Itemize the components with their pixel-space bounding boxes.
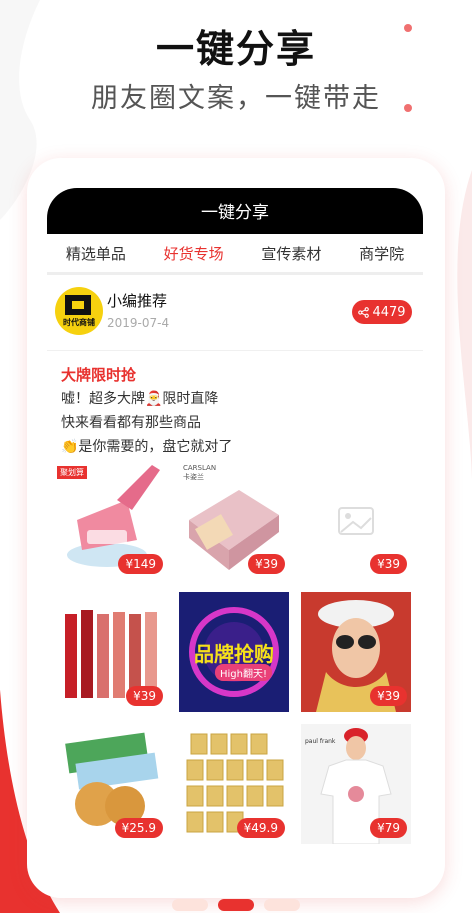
product-card-compact-powder[interactable]: CARSLAN 卡姿兰 ¥39 [179, 460, 289, 580]
product-card-canned-drinks[interactable]: ¥49.9 [179, 724, 289, 844]
product-price: ¥39 [248, 554, 285, 574]
product-price: ¥39 [370, 686, 407, 706]
brand-label: paul frank [305, 738, 336, 745]
tab-selected-items[interactable]: 精选单品 [66, 243, 126, 264]
app-title: 一键分享 [47, 188, 423, 234]
product-price: ¥25.9 [114, 818, 163, 838]
tab-divider [47, 272, 423, 275]
product-card-mite-remover[interactable]: 聚划算 ¥149 [57, 460, 167, 580]
tab-business-school[interactable]: 商学院 [359, 243, 404, 264]
avatar[interactable]: 时代商铺 [55, 287, 103, 335]
share-button[interactable]: 4479 [352, 300, 412, 324]
product-price: ¥49.9 [236, 818, 285, 838]
product-card-lipsticks[interactable]: ¥39 [57, 592, 167, 712]
product-price: ¥149 [118, 554, 163, 574]
page-subheadline: 朋友圈文案，一键带走 [91, 83, 381, 114]
store-logo-icon [65, 295, 91, 315]
product-card-brand-sale[interactable]: 品牌抢购 High翻天! [179, 592, 289, 712]
brand-label: CARSLAN 卡姿兰 [183, 464, 217, 481]
page-headline: 一键分享 [155, 27, 316, 71]
product-card-biscuits[interactable]: ¥25.9 [57, 724, 167, 844]
post-date: 2019-07-4 [107, 316, 170, 330]
banner-tag: High翻天! [215, 664, 272, 681]
banner-title: 品牌抢购 [194, 642, 274, 666]
product-card-placeholder[interactable]: ¥39 [301, 460, 411, 580]
product-price: ¥39 [126, 686, 163, 706]
post-text-line: 👏是你需要的，盘它就对了 [61, 439, 233, 455]
section-divider [47, 350, 423, 351]
product-card-sunglasses[interactable]: ¥39 [301, 592, 411, 712]
tab-good-goods[interactable]: 好货专场 [164, 243, 224, 264]
pager-dot-1[interactable] [172, 899, 208, 911]
share-count: 4479 [372, 304, 406, 320]
product-price: ¥39 [370, 554, 407, 574]
post-text-line: 嘘！超多大牌🎅限时直降 [61, 391, 219, 407]
post-text-line: 快来看看都有那些商品 [61, 415, 201, 431]
product-card-tshirt[interactable]: paul frank ¥79 [301, 724, 411, 844]
pager-dot-2-active[interactable] [218, 899, 254, 911]
product-price: ¥79 [370, 818, 407, 838]
share-icon [358, 306, 370, 318]
tab-bar: 精选单品 好货专场 宣传素材 商学院 [47, 234, 423, 272]
poster-name: 小编推荐 [107, 292, 168, 310]
pager-dot-3[interactable] [264, 899, 300, 911]
avatar-label: 时代商铺 [63, 318, 95, 327]
promo-badge: 聚划算 [57, 466, 87, 479]
post-title: 大牌限时抢 [61, 366, 137, 384]
app-screen: 一键分享 精选单品 好货专场 宣传素材 商学院 时代商铺 小编推荐 2019-0… [47, 188, 423, 878]
tab-promo-material[interactable]: 宣传素材 [261, 243, 321, 264]
